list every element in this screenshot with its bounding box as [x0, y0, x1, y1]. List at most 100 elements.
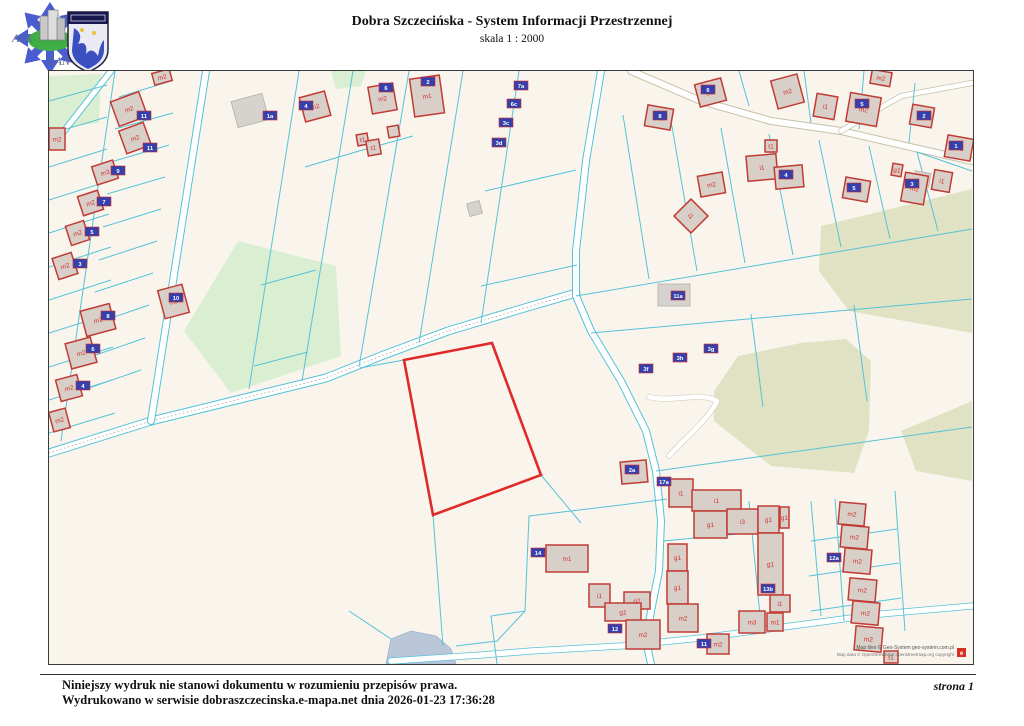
address-plate: 10	[169, 293, 183, 302]
address-plate: 6	[379, 83, 393, 92]
building-label: m1	[770, 619, 779, 626]
address-plate: 13b	[761, 584, 775, 593]
building	[467, 201, 483, 217]
address-plate: 17a	[657, 477, 671, 486]
svg-text:11a: 11a	[673, 294, 683, 300]
building-label: i1	[759, 165, 765, 172]
address-plate: 6	[701, 85, 715, 94]
page-number: strona 1	[934, 679, 974, 694]
attribution-line1: Map tiles © Geo-System geo-system.com.pl	[856, 644, 954, 651]
building: i1	[813, 93, 838, 119]
svg-text:3f: 3f	[643, 367, 648, 373]
address-plate: 5	[847, 183, 861, 192]
address-plate: 3	[905, 179, 919, 188]
building: g1	[780, 507, 789, 528]
address-plate: 5	[85, 227, 99, 236]
building-label: m2	[858, 587, 868, 595]
building: i3	[727, 509, 758, 534]
svg-text:11: 11	[141, 114, 148, 120]
building-label: i3	[740, 519, 745, 526]
building: m1	[546, 545, 588, 572]
svg-text:6c: 6c	[511, 102, 518, 108]
map-attribution: Map tiles © Geo-System geo-system.com.pl…	[837, 644, 966, 657]
svg-text:3c: 3c	[503, 121, 510, 127]
building-label: g1	[674, 585, 682, 592]
address-plate: 3f	[639, 364, 653, 373]
building-label: m2	[861, 610, 871, 618]
building: g1	[758, 506, 779, 533]
address-plate: 2	[917, 111, 931, 120]
building: m2	[843, 548, 872, 574]
building-label: g1	[767, 561, 775, 568]
svg-text:10: 10	[173, 296, 179, 302]
building: m2	[870, 71, 892, 87]
address-plate: 6	[86, 344, 100, 353]
building-label: m2	[713, 641, 722, 648]
building: i1	[746, 154, 778, 182]
building: m2	[838, 502, 866, 526]
building: m2	[901, 172, 929, 205]
building: m1	[767, 613, 783, 631]
svg-text:7: 7	[102, 200, 105, 206]
scale-label: skala 1 : 2000	[0, 33, 1024, 45]
address-plate: 12	[608, 624, 622, 633]
building-label: t1	[768, 143, 774, 150]
building-label: g1	[674, 555, 682, 562]
building	[387, 125, 400, 138]
svg-text:7a: 7a	[518, 84, 525, 90]
address-plate: 4	[76, 381, 90, 390]
svg-text:12: 12	[612, 627, 618, 633]
address-plate: 6c	[507, 99, 521, 108]
address-plate: 3c	[499, 118, 513, 127]
address-plate: 3d	[492, 138, 506, 147]
address-plate: 2	[421, 77, 435, 86]
building: g1	[667, 571, 688, 604]
map-viewport[interactable]: m2m2m3m2m2m2m2m2m2m2m2m2m2m2m1t1t1m2m1m2…	[48, 70, 974, 665]
building-label: m2	[678, 615, 687, 622]
building-label: m1	[422, 93, 432, 101]
building: m2	[49, 128, 65, 150]
building-label: i1	[777, 601, 782, 608]
printout-page: ATA LAN Dobra Szczecińska - System Infor…	[0, 0, 1024, 726]
svg-text:3g: 3g	[708, 347, 715, 353]
address-plate: 14	[531, 548, 545, 557]
building-label: g1	[707, 522, 715, 529]
address-plate: 7a	[514, 81, 528, 90]
svg-text:12a: 12a	[829, 556, 839, 562]
address-plate: 9	[111, 166, 125, 175]
building-label: g1	[765, 517, 773, 524]
attribution-line2: Map data © OpenStreetMap openstreetmap.o…	[837, 651, 955, 657]
building-label: m2	[850, 534, 860, 542]
svg-text:11: 11	[147, 146, 154, 152]
building: g1	[694, 511, 727, 538]
address-plate: 3	[73, 259, 87, 268]
address-plate: 11	[143, 143, 157, 152]
address-plate: 1	[949, 141, 963, 150]
building: i1	[692, 490, 741, 511]
building-label: m2	[853, 558, 863, 566]
footer-disclaimer: Niniejszy wydruk nie stanowi dokumentu w…	[62, 678, 457, 693]
building: m2	[840, 525, 869, 549]
building-label: i1	[597, 593, 602, 600]
svg-text:13b: 13b	[763, 587, 773, 593]
building: m2	[697, 172, 725, 197]
address-plate: 5	[855, 99, 869, 108]
building: g1	[891, 163, 903, 177]
building: m2	[851, 601, 880, 625]
footer-divider	[40, 674, 976, 675]
address-plate: 3g	[704, 344, 718, 353]
building-label: i1	[714, 498, 719, 505]
building: i1	[669, 479, 693, 507]
svg-text:17a: 17a	[659, 480, 669, 486]
svg-text:3h: 3h	[677, 356, 684, 362]
address-plate: 4	[299, 101, 313, 110]
svg-text:3d: 3d	[496, 141, 503, 147]
logo-text-lan: LAN	[47, 54, 71, 68]
address-plate: 12a	[827, 553, 841, 562]
svg-text:14: 14	[535, 551, 542, 557]
address-plate: 2a	[625, 465, 639, 474]
building: g1	[605, 603, 641, 621]
address-plate: 8	[101, 311, 115, 320]
svg-text:2: 2	[922, 114, 925, 120]
building-label: i1	[678, 490, 683, 497]
